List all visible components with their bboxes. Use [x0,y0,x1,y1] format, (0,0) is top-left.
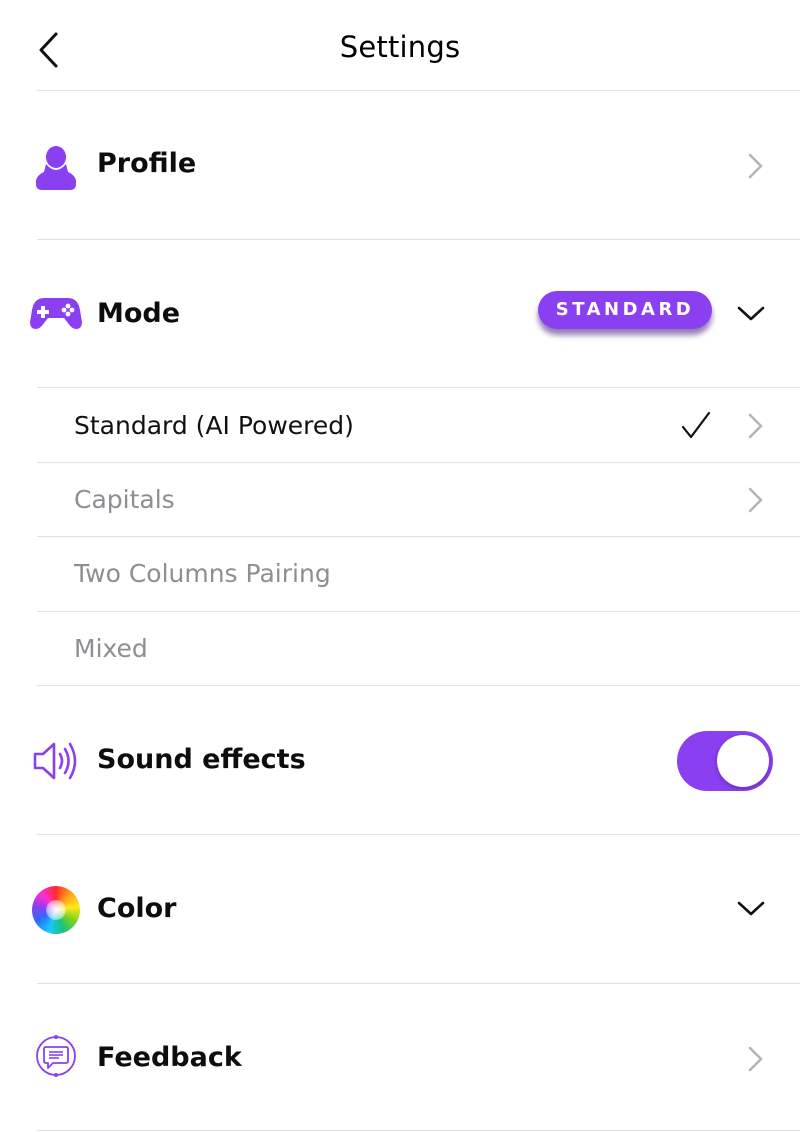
option-label: Two Columns Pairing [74,559,331,588]
mode-option-mixed[interactable]: Mixed [0,612,800,685]
chevron-down-icon [737,901,765,916]
page-title: Settings [339,30,461,64]
mode-option-two-columns-pairing[interactable]: Two Columns Pairing [0,537,800,611]
chevron-right-icon [748,153,763,179]
header: Settings [0,0,800,92]
chevron-right-icon [748,1046,763,1072]
sound-effects-label: Sound effects [97,744,306,775]
feedback-row[interactable]: Feedback [0,984,800,1132]
speaker-icon [33,742,77,780]
mode-option-capitals[interactable]: Capitals [0,463,800,537]
settings-screen: Settings Profile Mode STANDARD Standard … [0,0,800,1132]
color-label: Color [97,893,177,924]
color-wheel-icon [32,886,80,934]
mode-label: Mode [97,298,181,329]
chevron-right-icon [748,487,763,513]
checkmark-icon [681,411,711,439]
profile-row[interactable]: Profile [0,91,800,239]
sound-effects-toggle[interactable] [677,731,773,791]
mode-badge: STANDARD [538,291,712,329]
divider [37,1130,800,1131]
option-label: Capitals [74,485,175,514]
feedback-label: Feedback [97,1042,242,1073]
gamepad-icon [30,298,82,329]
color-row[interactable]: Color [0,835,800,983]
chevron-down-icon[interactable] [735,302,767,324]
option-label: Standard (AI Powered) [74,411,354,440]
profile-label: Profile [97,148,197,179]
option-label: Mixed [74,634,148,663]
person-icon [35,146,77,190]
toggle-knob [717,735,769,787]
chevron-right-icon [748,413,763,439]
chat-bubble-icon [36,1035,76,1077]
